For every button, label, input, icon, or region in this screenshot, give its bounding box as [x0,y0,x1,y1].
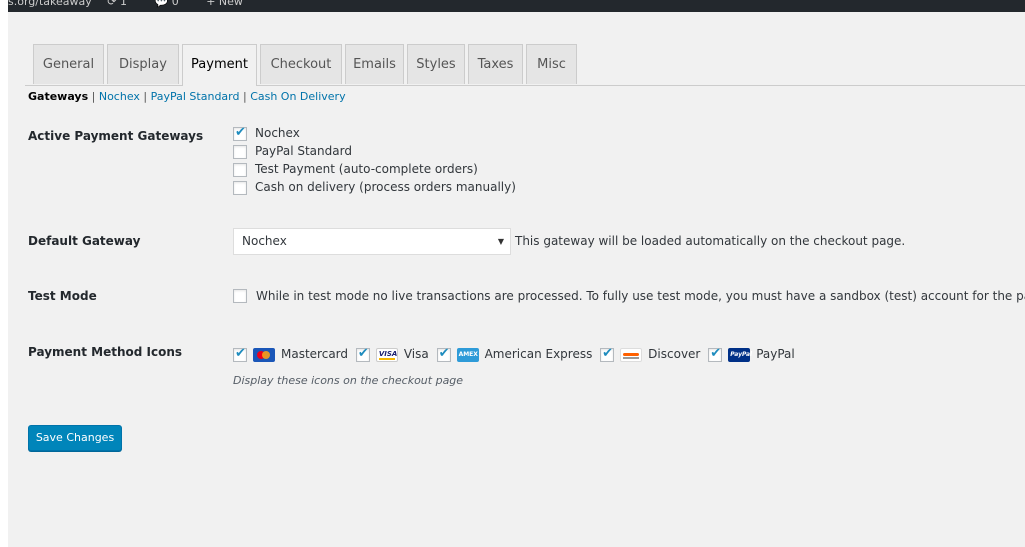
icon-option-label: Visa [403,347,429,362]
comments-icon[interactable]: 💬 0 [154,0,190,8]
tab-taxes[interactable]: Taxes [468,44,523,84]
icon-option-label: PayPal [756,347,795,362]
tab-general[interactable]: General [33,44,104,84]
payment-icons-options: Mastercard Visa American Express Discove… [233,346,799,362]
gateway-option-label: PayPal Standard [255,144,352,158]
gateway-option-nochex[interactable]: Nochex [233,125,300,141]
subnav-link-cash-on-delivery[interactable]: Cash On Delivery [250,90,345,103]
settings-tabs: General Display Payment Checkout Emails … [33,44,1025,86]
gateway-subnav: Gateways | Nochex | PayPal Standard | Ca… [28,90,346,103]
tab-display[interactable]: Display [107,44,179,84]
tab-styles[interactable]: Styles [407,44,465,84]
default-gateway-value: Nochex [242,234,287,248]
gateway-option-label: Test Payment (auto-complete orders) [255,162,478,176]
amex-checkbox[interactable] [436,346,451,362]
payment-icons-label: Payment Method Icons [28,345,183,359]
default-gateway-select[interactable]: Nochex ▼ [233,228,511,255]
subnav-sep: | [88,90,99,103]
subnav-link-nochex[interactable]: Nochex [99,90,140,103]
subnav-link-paypal-standard[interactable]: PayPal Standard [151,90,240,103]
test-mode-description: While in test mode no live transactions … [256,289,1025,303]
subnav-current: Gateways [28,90,89,103]
comments-count: 0 [171,0,179,8]
nochex-checkbox[interactable] [233,125,247,141]
subnav-sep: | [139,90,151,103]
discover-icon [620,347,643,362]
paypal-icon [728,347,752,362]
gateway-option-cash-on-delivery[interactable]: Cash on delivery (process orders manuall… [233,180,516,195]
tab-checkout[interactable]: Checkout [260,44,342,84]
discover-checkbox[interactable] [600,346,615,362]
gateway-option-test-payment[interactable]: Test Payment (auto-complete orders) [233,162,478,177]
visa-checkbox[interactable] [355,346,370,362]
gateway-option-label: Nochex [255,126,300,140]
default-gateway-label: Default Gateway [28,234,141,248]
new-content-button[interactable]: + New [206,0,255,8]
test-payment-checkbox[interactable] [233,162,247,177]
icon-option-amex[interactable]: American Express [436,346,593,362]
gateway-option-paypal-standard[interactable]: PayPal Standard [233,144,352,159]
admin-bar-site[interactable]: s.org/takeaway [8,0,92,7]
mastercard-icon [253,347,275,362]
tab-payment[interactable]: Payment [182,44,257,86]
tab-misc[interactable]: Misc [526,44,577,84]
tab-emails[interactable]: Emails [345,44,404,84]
icon-option-mastercard[interactable]: Mastercard [233,346,349,362]
cash-on-delivery-checkbox[interactable] [233,180,247,195]
amex-icon [456,347,479,362]
visa-icon [375,347,398,362]
new-label: New [218,0,243,8]
payment-icons-description: Display these icons on the checkout page [233,374,464,387]
mastercard-checkbox[interactable] [233,346,247,362]
save-changes-button[interactable]: Save Changes [28,425,122,451]
settings-page: General Display Payment Checkout Emails … [8,12,1025,547]
icon-option-visa[interactable]: Visa [355,346,429,362]
test-mode-checkbox[interactable] [233,289,247,303]
chevron-down-icon: ▼ [497,237,504,246]
updates-count: 1 [119,0,127,8]
icon-option-label: Mastercard [281,347,349,362]
test-mode-label: Test Mode [28,289,97,303]
paypal-standard-checkbox[interactable] [233,144,247,159]
icon-option-discover[interactable]: Discover [600,346,701,362]
admin-bar: s.org/takeaway ⟳ 1 💬 0 + New [8,0,1025,12]
paypal-checkbox[interactable] [708,346,723,362]
default-gateway-description: This gateway will be loaded automaticall… [515,234,906,248]
active-gateways-label: Active Payment Gateways [28,129,204,143]
icon-option-paypal[interactable]: PayPal [708,346,795,362]
updates-icon[interactable]: ⟳ 1 [107,0,139,8]
subnav-sep: | [239,90,251,103]
gateway-option-label: Cash on delivery (process orders manuall… [255,180,516,194]
icon-option-label: Discover [648,347,701,362]
icon-option-label: American Express [484,347,593,362]
